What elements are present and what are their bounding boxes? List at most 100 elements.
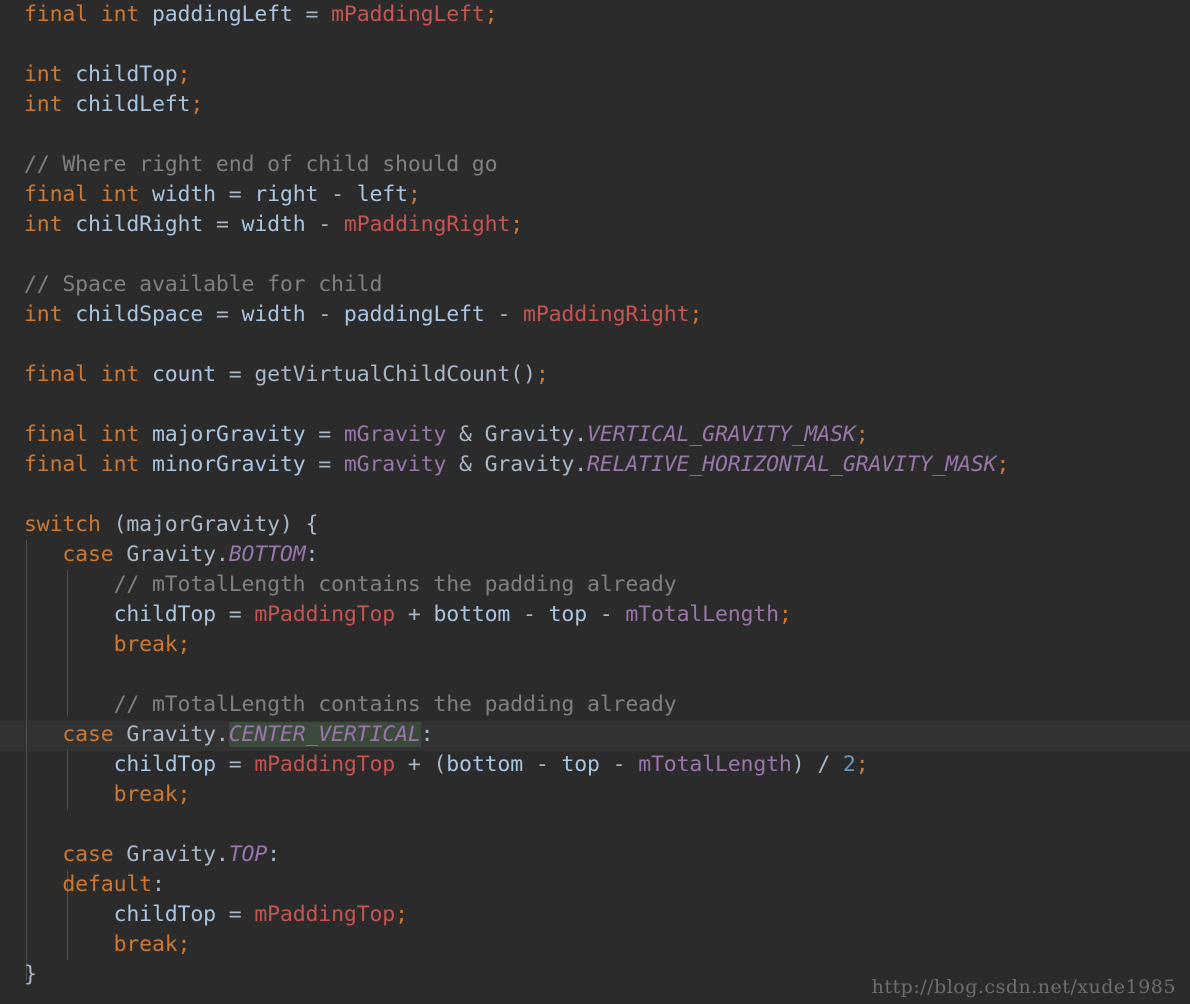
token-punct: ; [190,92,204,117]
token-field: mPaddingTop [254,902,396,927]
token-operator: - [318,302,332,327]
token-keyword: final [24,2,88,27]
token-local: top [561,752,600,777]
code-line[interactable]: childTop = mPaddingTop; [0,900,1190,930]
token-operator: = [228,902,242,927]
token-local: width [241,212,306,237]
code-line[interactable]: case Gravity.BOTTOM: [0,540,1190,570]
token-keyword: final [24,452,88,477]
token-operator: = [228,182,242,207]
token-keyword: case [62,842,114,867]
code-line-blank[interactable] [0,810,1190,840]
token-paren: ) [791,752,805,777]
token-local: paddingLeft [151,2,293,27]
token-local: childLeft [75,92,191,117]
token-punct: ; [177,932,191,957]
code-line[interactable]: childTop = mPaddingTop + (bottom - top -… [0,750,1190,780]
token-keyword: int [100,2,140,27]
token-keyword: int [100,452,140,477]
token-punct: ; [395,902,408,927]
code-line[interactable]: break; [0,630,1190,660]
code-line-comment[interactable]: // Where right end of child should go [0,150,1190,180]
code-line[interactable]: break; [0,780,1190,810]
token-operator: - [599,602,613,627]
token-keyword: case [62,542,114,567]
token-number: 2 [842,752,856,777]
code-editor[interactable]: final int paddingLeft = mPaddingLeft; in… [0,0,1190,1004]
token-constant: RELATIVE_HORIZONTAL_GRAVITY_MASK [587,452,997,477]
token-local: childTop [113,752,217,777]
token-field: mPaddingRight [343,212,511,237]
token-field: mPaddingTop [254,752,396,777]
token-punct: ; [407,182,421,207]
code-line-blank[interactable] [0,660,1190,690]
token-comment: // Space available for child [24,272,383,297]
token-class: Gravity. [484,452,588,477]
code-line-blank[interactable] [0,330,1190,360]
token-local: childSpace [75,302,204,327]
code-line-blank[interactable] [0,390,1190,420]
code-line[interactable]: final int width = right - left; [0,180,1190,210]
token-punct: : [305,542,319,567]
code-line-comment[interactable]: // mTotalLength contains the padding alr… [0,690,1190,720]
token-constant-highlighted: CENTER_VERTICAL [228,722,421,747]
code-line[interactable]: default: [0,870,1190,900]
code-content[interactable]: final int paddingLeft = mPaddingLeft; in… [0,0,1190,990]
code-line-current[interactable]: case Gravity.CENTER_VERTICAL: [0,720,1190,750]
code-line[interactable]: int childLeft; [0,90,1190,120]
code-line[interactable]: break; [0,930,1190,960]
code-line[interactable]: int childSpace = width - paddingLeft - m… [0,300,1190,330]
token-operator: - [535,752,549,777]
token-keyword: int [24,92,63,117]
token-punct: ; [177,62,191,87]
token-constant: TOP [228,842,268,867]
token-local: bottom [433,602,511,627]
token-keyword: final [24,182,88,207]
code-line[interactable]: switch (majorGravity) { [0,510,1190,540]
token-constant: VERTICAL_GRAVITY_MASK [587,422,856,447]
token-local: minorGravity [151,452,306,477]
code-line[interactable]: final int minorGravity = mGravity & Grav… [0,450,1190,480]
code-line[interactable]: int childTop; [0,60,1190,90]
code-line[interactable]: childTop = mPaddingTop + bottom - top - … [0,600,1190,630]
token-local: childTop [75,62,178,87]
token-keyword: int [100,182,140,207]
watermark-url: http://blog.csdn.net/xude1985 [871,976,1176,998]
code-line-comment[interactable]: // Space available for child [0,270,1190,300]
token-operator: = [228,602,242,627]
code-line-blank[interactable] [0,240,1190,270]
token-punct: ; [510,212,524,237]
token-operator: - [318,212,332,237]
code-line[interactable]: final int count = getVirtualChildCount()… [0,360,1190,390]
code-line-comment[interactable]: // mTotalLength contains the padding alr… [0,570,1190,600]
token-field: mGravity [343,452,447,477]
code-line-blank[interactable] [0,30,1190,60]
token-operator: - [331,182,344,207]
token-local: count [151,362,216,387]
token-local: width [241,302,306,327]
token-class: Gravity. [126,722,229,747]
token-method-call: getVirtualChildCount() [254,362,536,387]
code-line-blank[interactable] [0,480,1190,510]
token-punct: ; [177,632,191,657]
code-line[interactable]: case Gravity.TOP: [0,840,1190,870]
token-keyword: final [24,362,88,387]
code-line[interactable]: final int paddingLeft = mPaddingLeft; [0,0,1190,30]
token-local: width [151,182,216,207]
token-local: right [254,182,319,207]
token-punct: ; [778,602,792,627]
token-local: left [356,182,408,207]
token-operator: = [228,752,242,777]
token-keyword: final [24,422,88,447]
token-paren: ( [433,752,447,777]
token-operator: + [407,752,421,777]
code-line[interactable]: int childRight = width - mPaddingRight; [0,210,1190,240]
token-operator: = [215,212,229,237]
token-keyword: break [113,632,178,657]
token-keyword: int [100,422,140,447]
code-line-blank[interactable] [0,120,1190,150]
code-line[interactable]: final int majorGravity = mGravity & Grav… [0,420,1190,450]
token-field: mGravity [343,422,447,447]
token-field: mPaddingLeft [331,2,485,27]
token-operator: = [305,2,319,27]
